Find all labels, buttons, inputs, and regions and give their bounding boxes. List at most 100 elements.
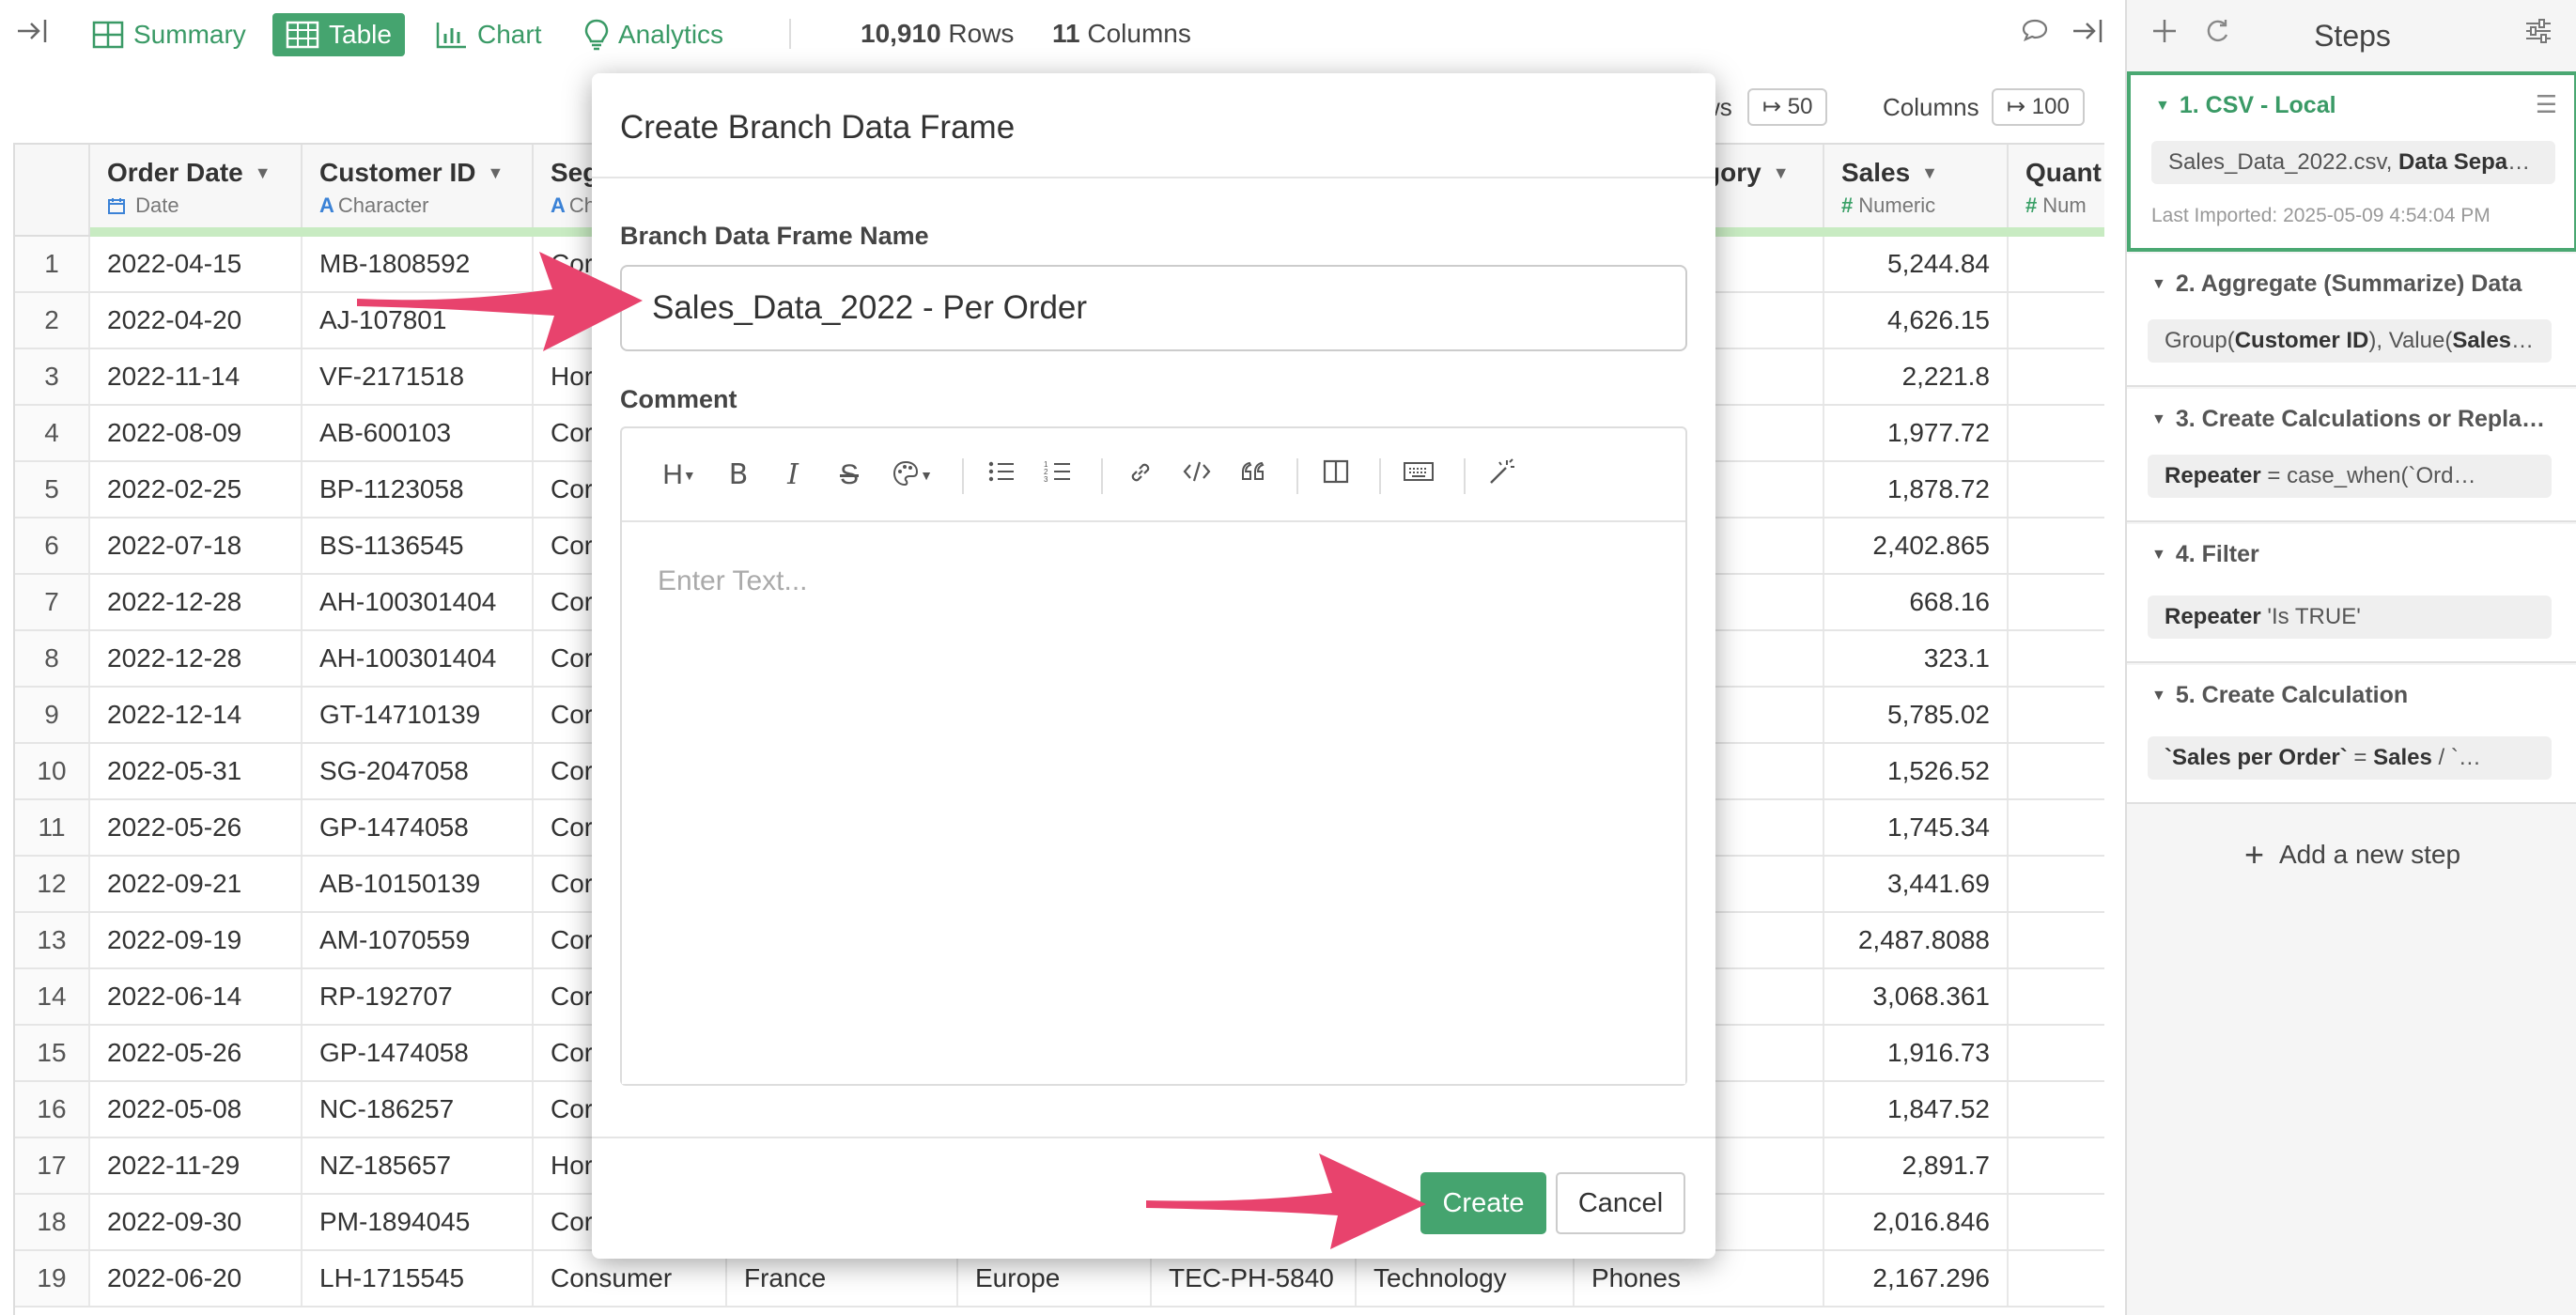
cell-sales[interactable]: 4,626.15	[1824, 293, 2009, 348]
cell-sales[interactable]: 2,221.8	[1824, 349, 2009, 404]
cell-quantity[interactable]	[2009, 857, 2104, 911]
cell-customer-id[interactable]: AM-1070559	[303, 913, 534, 967]
triangle-down-icon[interactable]: ▼	[2151, 688, 2166, 704]
triangle-down-icon[interactable]: ▼	[2151, 276, 2166, 292]
cell-quantity[interactable]	[2009, 462, 2104, 517]
step-csv-local[interactable]: ▼ 1. CSV - Local ☰ Sales_Data_2022.csv, D…	[2127, 71, 2576, 252]
cell-quantity[interactable]	[2009, 1138, 2104, 1193]
text-color-palette-icon[interactable]: ▼	[887, 458, 938, 492]
cell-quantity[interactable]	[2009, 744, 2104, 798]
cell-region[interactable]: Europe	[958, 1251, 1152, 1306]
cell-customer-id[interactable]: RP-192707	[303, 969, 534, 1024]
columns-limit-button[interactable]: ↦ 100	[1992, 88, 2085, 126]
cell-order-date[interactable]: 2022-09-30	[90, 1195, 303, 1249]
cell-sales[interactable]: 2,402.865	[1824, 518, 2009, 573]
cell-customer-id[interactable]: VF-2171518	[303, 349, 534, 404]
cell-sales[interactable]: 2,891.7	[1824, 1138, 2009, 1193]
cell-sales[interactable]: 1,878.72	[1824, 462, 2009, 517]
cell-customer-id[interactable]: AB-10150139	[303, 857, 534, 911]
row-index[interactable]: 12	[15, 857, 90, 911]
tab-summary[interactable]: Summary	[79, 13, 259, 56]
cell-sales[interactable]: 1,916.73	[1824, 1026, 2009, 1080]
cell-order-date[interactable]: 2022-11-14	[90, 349, 303, 404]
step-aggregate[interactable]: ▼ 2. Aggregate (Summarize) Data Group(Cus…	[2127, 254, 2576, 387]
numbered-list-icon[interactable]: 123	[1041, 458, 1075, 492]
cell-order-date[interactable]: 2022-08-09	[90, 406, 303, 460]
cell-customer-id[interactable]: GT-14710139	[303, 688, 534, 742]
row-index[interactable]: 6	[15, 518, 90, 573]
comment-icon[interactable]	[2016, 17, 2054, 51]
cell-segment[interactable]: Consumer	[534, 1251, 727, 1306]
cell-quantity[interactable]	[2009, 349, 2104, 404]
row-index[interactable]: 18	[15, 1195, 90, 1249]
cell-customer-id[interactable]: SG-2047058	[303, 744, 534, 798]
cell-order-date[interactable]: 2022-04-20	[90, 293, 303, 348]
heading-icon[interactable]: H▼	[656, 458, 703, 492]
cell-order-date[interactable]: 2022-06-14	[90, 969, 303, 1024]
cell-order-date[interactable]: 2022-05-26	[90, 800, 303, 855]
cell-order-date[interactable]: 2022-06-20	[90, 1251, 303, 1306]
row-index[interactable]: 1	[15, 237, 90, 291]
italic-icon[interactable]: I	[776, 458, 810, 492]
bold-icon[interactable]: B	[722, 458, 755, 492]
create-button[interactable]: Create	[1420, 1172, 1546, 1234]
cell-order-date[interactable]: 2022-05-08	[90, 1082, 303, 1137]
row-index[interactable]: 4	[15, 406, 90, 460]
row-index[interactable]: 13	[15, 913, 90, 967]
column-header-quantity[interactable]: Quant # Num	[2009, 145, 2104, 235]
link-icon[interactable]	[1124, 458, 1157, 492]
tab-table[interactable]: Table	[272, 13, 405, 56]
tab-analytics[interactable]: Analytics	[571, 13, 737, 56]
cell-sales[interactable]: 1,977.72	[1824, 406, 2009, 460]
split-view-icon[interactable]	[1319, 458, 1353, 492]
column-header-sales[interactable]: Sales ▼ # Numeric	[1824, 145, 2009, 235]
cell-order-date[interactable]: 2022-09-19	[90, 913, 303, 967]
quote-icon[interactable]	[1236, 458, 1270, 492]
chevron-down-icon[interactable]: ▼	[1921, 163, 1938, 182]
cell-quantity[interactable]	[2009, 1082, 2104, 1137]
cell-order-date[interactable]: 2022-05-31	[90, 744, 303, 798]
tab-chart[interactable]: Chart	[423, 13, 554, 56]
strikethrough-icon[interactable]: S	[832, 458, 866, 492]
cell-quantity[interactable]	[2009, 913, 2104, 967]
step-create-calculations[interactable]: ▼ 3. Create Calculations or Replac… Repea…	[2127, 389, 2576, 522]
cell-quantity[interactable]	[2009, 631, 2104, 686]
cell-customer-id[interactable]: NC-186257	[303, 1082, 534, 1137]
cell-customer-id[interactable]: GP-1474058	[303, 800, 534, 855]
cell-quantity[interactable]	[2009, 1026, 2104, 1080]
row-index[interactable]: 3	[15, 349, 90, 404]
triangle-down-icon[interactable]: ▼	[2151, 411, 2166, 427]
chevron-down-icon[interactable]: ▼	[1773, 163, 1790, 182]
cell-order-date[interactable]: 2022-12-28	[90, 575, 303, 629]
cell-customer-id[interactable]: GP-1474058	[303, 1026, 534, 1080]
triangle-down-icon[interactable]: ▼	[2155, 98, 2170, 114]
cell-country[interactable]: France	[727, 1251, 958, 1306]
cell-sales[interactable]: 2,487.8088	[1824, 913, 2009, 967]
cell-sales[interactable]: 5,785.02	[1824, 688, 2009, 742]
chevron-down-icon[interactable]: ▼	[255, 163, 272, 182]
cancel-button[interactable]: Cancel	[1556, 1172, 1685, 1234]
cell-customer-id[interactable]: BS-1136545	[303, 518, 534, 573]
cell-customer-id[interactable]: AH-100301404	[303, 575, 534, 629]
cell-quantity[interactable]	[2009, 800, 2104, 855]
row-index[interactable]: 17	[15, 1138, 90, 1193]
cell-sales[interactable]: 3,068.361	[1824, 969, 2009, 1024]
row-index[interactable]: 14	[15, 969, 90, 1024]
comment-textarea[interactable]	[622, 524, 1685, 1084]
cell-sales[interactable]: 2,167.296	[1824, 1251, 2009, 1306]
cell-order-date[interactable]: 2022-12-14	[90, 688, 303, 742]
row-index[interactable]: 19	[15, 1251, 90, 1306]
cell-quantity[interactable]	[2009, 575, 2104, 629]
cell-order-date[interactable]: 2022-11-29	[90, 1138, 303, 1193]
cell-sales[interactable]: 323.1	[1824, 631, 2009, 686]
row-index[interactable]: 11	[15, 800, 90, 855]
cell-quantity[interactable]	[2009, 969, 2104, 1024]
step-create-calculation[interactable]: ▼ 5. Create Calculation `Sales per Order`…	[2127, 665, 2576, 804]
cell-sales[interactable]: 3,441.69	[1824, 857, 2009, 911]
cell-quantity[interactable]	[2009, 518, 2104, 573]
chevron-down-icon[interactable]: ▼	[487, 163, 504, 182]
settings-sliders-icon[interactable]	[2520, 17, 2557, 54]
cell-customer-id[interactable]: AH-100301404	[303, 631, 534, 686]
rows-limit-button[interactable]: ↦ 50	[1747, 88, 1828, 126]
cell-quantity[interactable]	[2009, 1195, 2104, 1249]
